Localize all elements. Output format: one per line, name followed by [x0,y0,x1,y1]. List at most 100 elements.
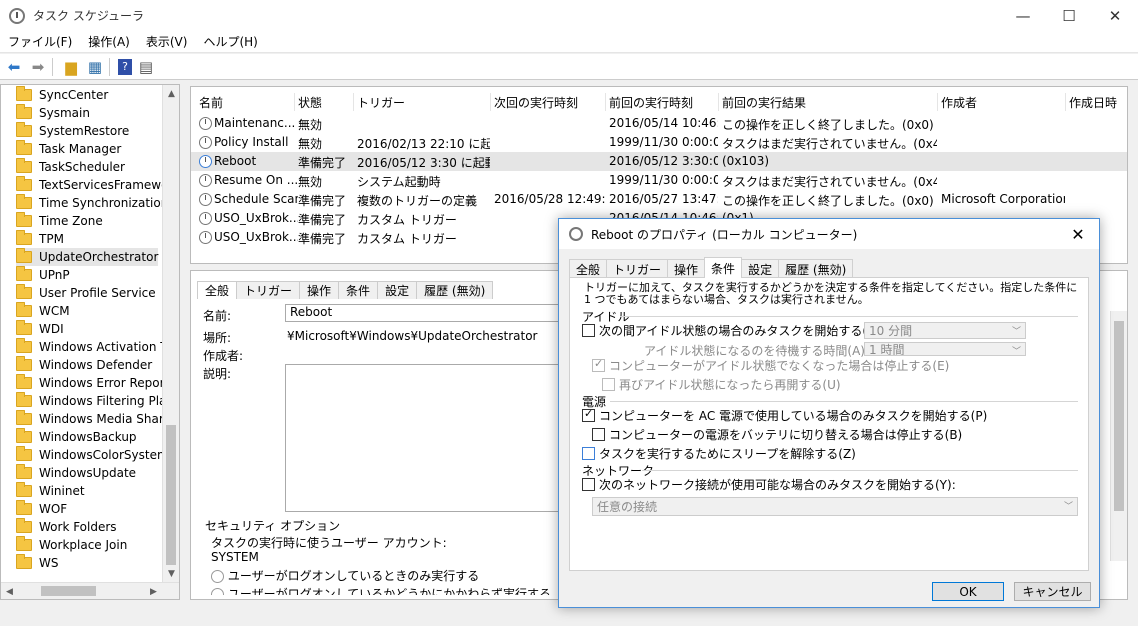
name-field[interactable]: Reboot [285,304,585,322]
menu-action[interactable]: 操作(A) [80,33,138,50]
back-arrow-icon[interactable]: ⬅ [4,57,24,77]
tree-item[interactable]: SyncCenter [16,86,108,104]
maximize-button[interactable]: ☐ [1046,0,1092,31]
dialog-tab[interactable]: 設定 [741,259,780,278]
menu-view[interactable]: 表示(V) [138,33,196,50]
scroll-thumb[interactable] [41,586,96,596]
column-header[interactable]: 状態 [298,94,322,111]
scroll-thumb[interactable] [1114,321,1124,511]
idle-restart-checkbox[interactable]: 再びアイドル状態になったら再開する(U) [602,376,841,393]
dialog-tab[interactable]: 全般 [569,259,608,278]
dialog-tab[interactable]: 履歴 (無効) [778,259,854,278]
tree-item[interactable]: UpdateOrchestrator [16,248,159,266]
tree-item[interactable]: Time Zone [16,212,103,230]
tree-item[interactable]: Time Synchronization [16,194,168,212]
scroll-left-arrow-icon[interactable]: ◀ [1,583,18,599]
tree-item[interactable]: UPnP [16,266,70,284]
tree-item[interactable]: WindowsBackup [16,428,137,446]
idle-wait-combo[interactable]: 1 時間 ﹀ [864,342,1026,356]
menu-file[interactable]: ファイル(F) [0,33,80,50]
tree-item[interactable]: Windows Media Sharing [16,410,179,428]
checkbox-icon[interactable] [582,324,595,337]
column-header[interactable]: 作成者 [941,94,977,111]
network-connection-combo[interactable]: 任意の接続 ﹀ [592,497,1078,516]
tree-item[interactable]: Windows Defender [16,356,152,374]
checkbox-icon[interactable] [602,378,615,391]
scroll-thumb[interactable] [166,425,176,565]
tree-item[interactable]: Windows Error Reportin [16,374,179,392]
minimize-button[interactable]: — [1000,0,1046,31]
tree-item[interactable]: WCM [16,302,70,320]
column-header[interactable]: 次回の実行時刻 [494,94,578,111]
tree-horizontal-scrollbar[interactable]: ◀ ▶ [1,582,179,599]
idle-start-checkbox[interactable]: 次の間アイドル状態の場合のみタスクを開始する(C): [582,322,884,339]
table-row[interactable]: Reboot 準備完了 2016/05/12 3:30 に起動 2016/05/12 … [191,152,1127,171]
column-header[interactable]: 名前 [199,94,223,111]
scroll-up-arrow-icon[interactable]: ▲ [163,85,179,102]
idle-duration-combo[interactable]: 10 分間 ﹀ [864,322,1026,339]
details-tab[interactable]: 設定 [377,281,418,299]
radio-logged-on-only[interactable]: ユーザーがログオンしているときのみ実行する [211,567,479,584]
tree-item[interactable]: SystemRestore [16,122,129,140]
tree-vertical-scrollbar[interactable]: ▲ ▼ [162,85,179,599]
details-tab[interactable]: 条件 [338,281,379,299]
table-row[interactable]: Policy Install 無効 2016/02/13 22:10 に起動 1999… [191,133,1127,152]
network-start-checkbox[interactable]: 次のネットワーク接続が使用可能な場合のみタスクを開始する(Y): [582,476,956,493]
table-row[interactable]: Maintenanc...無効 2016/05/14 10:46:47 この操作を正… [191,114,1127,133]
dialog-close-icon[interactable]: ✕ [1063,219,1093,249]
details-tab[interactable]: 全般 [197,281,238,299]
tree-item[interactable]: WindowsColorSystem [16,446,169,464]
column-header[interactable]: トリガー [357,94,405,111]
tree-item[interactable]: TextServicesFramework [16,176,179,194]
power-battery-checkbox[interactable]: コンピューターの電源をバッテリに切り替える場合は停止する(B) [592,426,962,443]
checkbox-icon[interactable] [582,407,595,422]
menu-help[interactable]: ヘルプ(H) [195,33,265,50]
column-header[interactable]: 前回の実行結果 [722,94,806,111]
tree-item[interactable]: WindowsUpdate [16,464,136,482]
table-row[interactable]: Resume On ... 無効 システム起動時 1999/11/30 0:00:00… [191,171,1127,190]
checkbox-icon[interactable] [582,478,595,491]
description-field[interactable] [285,364,585,512]
tree-item[interactable]: User Profile Service [16,284,156,302]
close-button[interactable]: ✕ [1092,0,1138,31]
show-hide-tree-icon[interactable]: ▦ [85,57,105,77]
tree-item[interactable]: TPM [16,230,64,248]
scroll-down-arrow-icon[interactable]: ▼ [163,565,179,582]
wake-to-run-checkbox[interactable]: タスクを実行するためにスリープを解除する(Z) [582,445,856,462]
tree-item[interactable]: WDI [16,320,64,338]
checkbox-icon[interactable] [592,357,605,372]
checkbox-icon[interactable] [592,428,605,441]
column-header[interactable]: 作成日時 [1069,94,1117,111]
tree-item[interactable]: Sysmain [16,104,90,122]
details-tab[interactable]: 操作 [299,281,340,299]
tree-item[interactable]: Work Folders [16,518,117,536]
tree-item[interactable]: WOF [16,500,67,518]
details-tab[interactable]: 履歴 (無効) [416,281,494,299]
table-row[interactable]: Schedule Scan 準備完了 複数のトリガーの定義 2016/05/28 12… [191,190,1127,209]
details-tab[interactable]: トリガー [236,281,301,299]
action-pane-icon[interactable]: ▤ [136,57,156,77]
tree-item[interactable]: Task Manager [16,140,121,158]
tree-item[interactable]: Windows Activation Tec [16,338,179,356]
radio-logged-on-or-not[interactable]: ユーザーがログオンしているかどうかにかかわらず実行する [211,585,551,595]
tree-item[interactable]: Windows Filtering Platfo [16,392,179,410]
ok-button[interactable]: OK [932,582,1004,601]
tree-item[interactable]: Workplace Join [16,536,127,554]
radio-icon[interactable] [211,570,224,583]
details-scrollbar[interactable] [1110,311,1127,561]
idle-stop-checkbox[interactable]: コンピューターがアイドル状態でなくなった場合は停止する(E) [592,357,949,374]
radio-icon[interactable] [211,588,224,595]
up-folder-icon[interactable]: ▆ [61,57,81,77]
forward-arrow-icon[interactable]: ➡ [28,57,48,77]
dialog-tab[interactable]: トリガー [606,259,669,278]
dialog-tab[interactable]: 条件 [704,257,743,278]
checkbox-icon[interactable] [582,447,595,460]
scroll-right-arrow-icon[interactable]: ▶ [145,583,162,599]
tree-item[interactable]: TaskScheduler [16,158,125,176]
column-header[interactable]: 前回の実行時刻 [609,94,693,111]
cancel-button[interactable]: キャンセル [1014,582,1091,601]
help-icon[interactable]: ? [118,58,132,75]
dialog-tab[interactable]: 操作 [667,259,706,278]
tree-item[interactable]: WS [16,554,58,572]
tree-item[interactable]: Wininet [16,482,85,500]
